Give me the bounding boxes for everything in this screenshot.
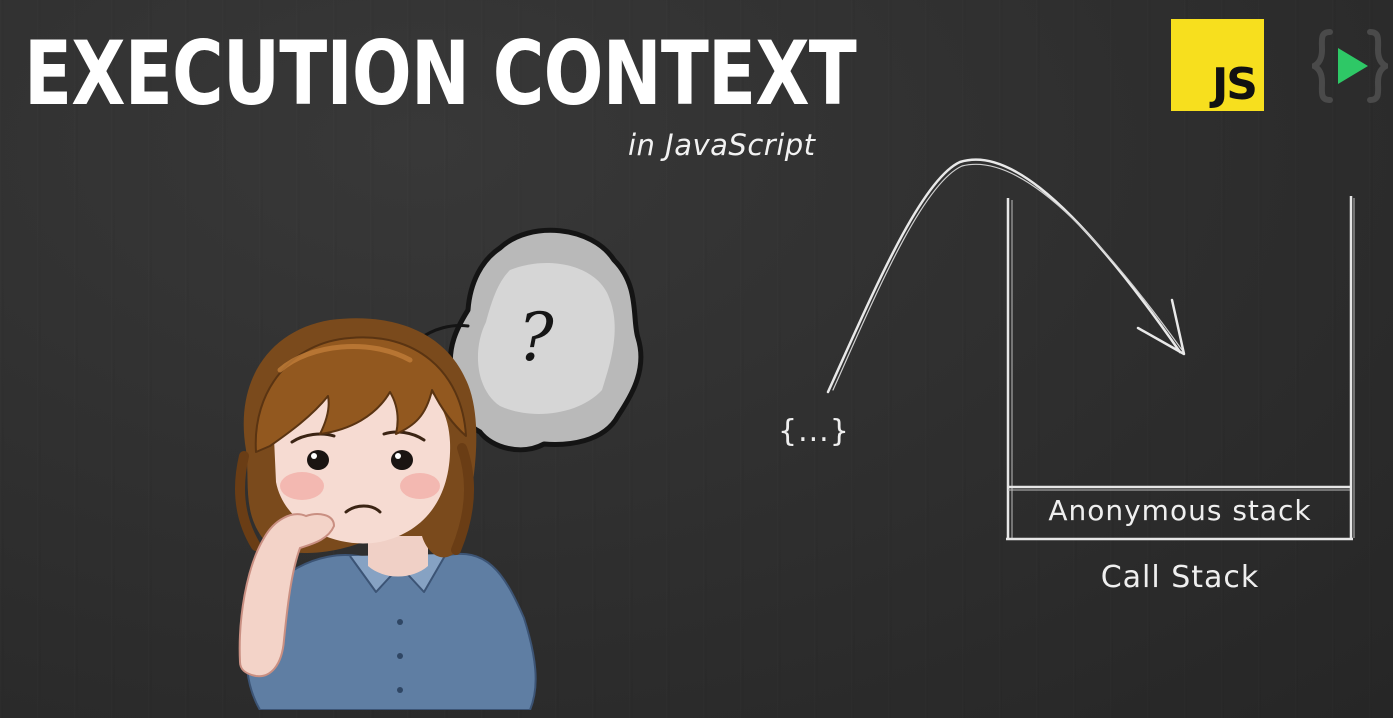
left-eye xyxy=(307,450,329,470)
stack-frame-label: Anonymous stack xyxy=(1048,494,1312,527)
push-arrow-curve xyxy=(826,158,1182,394)
stack-frame-box xyxy=(1008,485,1352,491)
call-stack-caption: Call Stack xyxy=(1100,560,1260,595)
code-block-label: {...} xyxy=(778,414,850,449)
confused-person-illustration: ? xyxy=(235,227,644,710)
call-stack-container xyxy=(1006,196,1355,541)
question-mark: ? xyxy=(518,299,554,376)
right-eye xyxy=(391,450,413,470)
